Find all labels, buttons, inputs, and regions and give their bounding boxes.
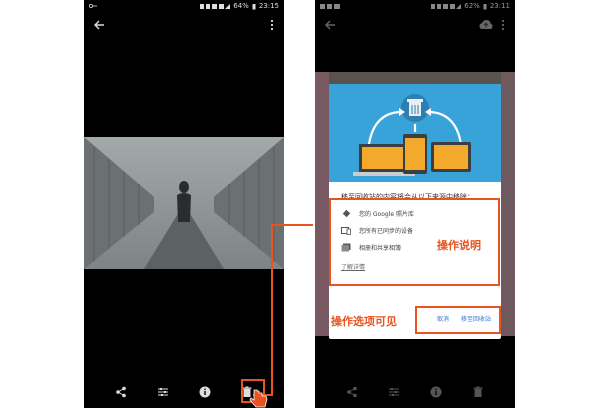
back-arrow-icon[interactable]	[323, 18, 337, 32]
key-icon	[89, 4, 97, 8]
battery-level: 64%	[233, 2, 249, 10]
share-icon	[347, 386, 357, 398]
edit-button[interactable]	[385, 383, 403, 401]
share-button[interactable]	[112, 383, 130, 401]
info-icon	[430, 386, 442, 398]
info-icon	[199, 386, 211, 398]
status-bar: 64% 23:15	[84, 0, 284, 12]
tune-icon	[389, 388, 399, 396]
more-vert-icon[interactable]	[499, 18, 507, 32]
battery-level: 62%	[464, 2, 480, 10]
clock: 23:11	[489, 2, 510, 10]
status-icons	[200, 3, 231, 9]
delete-button[interactable]	[469, 383, 487, 401]
trash-icon	[473, 386, 483, 397]
status-icons	[431, 3, 462, 9]
tune-icon	[158, 388, 168, 396]
app-bar	[315, 16, 515, 36]
options-annotation: 操作选项可见	[331, 315, 397, 328]
app-bar	[84, 16, 284, 36]
battery-icon	[252, 3, 256, 9]
options-highlight-box	[415, 306, 501, 334]
hand-cursor-icon	[249, 389, 268, 408]
back-arrow-icon[interactable]	[92, 18, 106, 32]
share-button[interactable]	[343, 383, 361, 401]
more-vert-icon[interactable]	[268, 18, 276, 32]
share-icon	[116, 386, 126, 398]
info-button[interactable]	[196, 383, 214, 401]
photo-toolbar	[315, 382, 515, 402]
description-annotation: 操作说明	[437, 239, 481, 252]
cloud-upload-icon[interactable]	[479, 19, 493, 31]
connector-arrow	[253, 224, 313, 396]
battery-icon	[483, 3, 487, 9]
edit-button[interactable]	[154, 383, 172, 401]
info-button[interactable]	[427, 383, 445, 401]
clock: 23:15	[258, 2, 279, 10]
status-bar: 62% 23:11	[315, 0, 515, 12]
notification-icons	[320, 3, 340, 9]
trash-illustration	[329, 84, 501, 182]
